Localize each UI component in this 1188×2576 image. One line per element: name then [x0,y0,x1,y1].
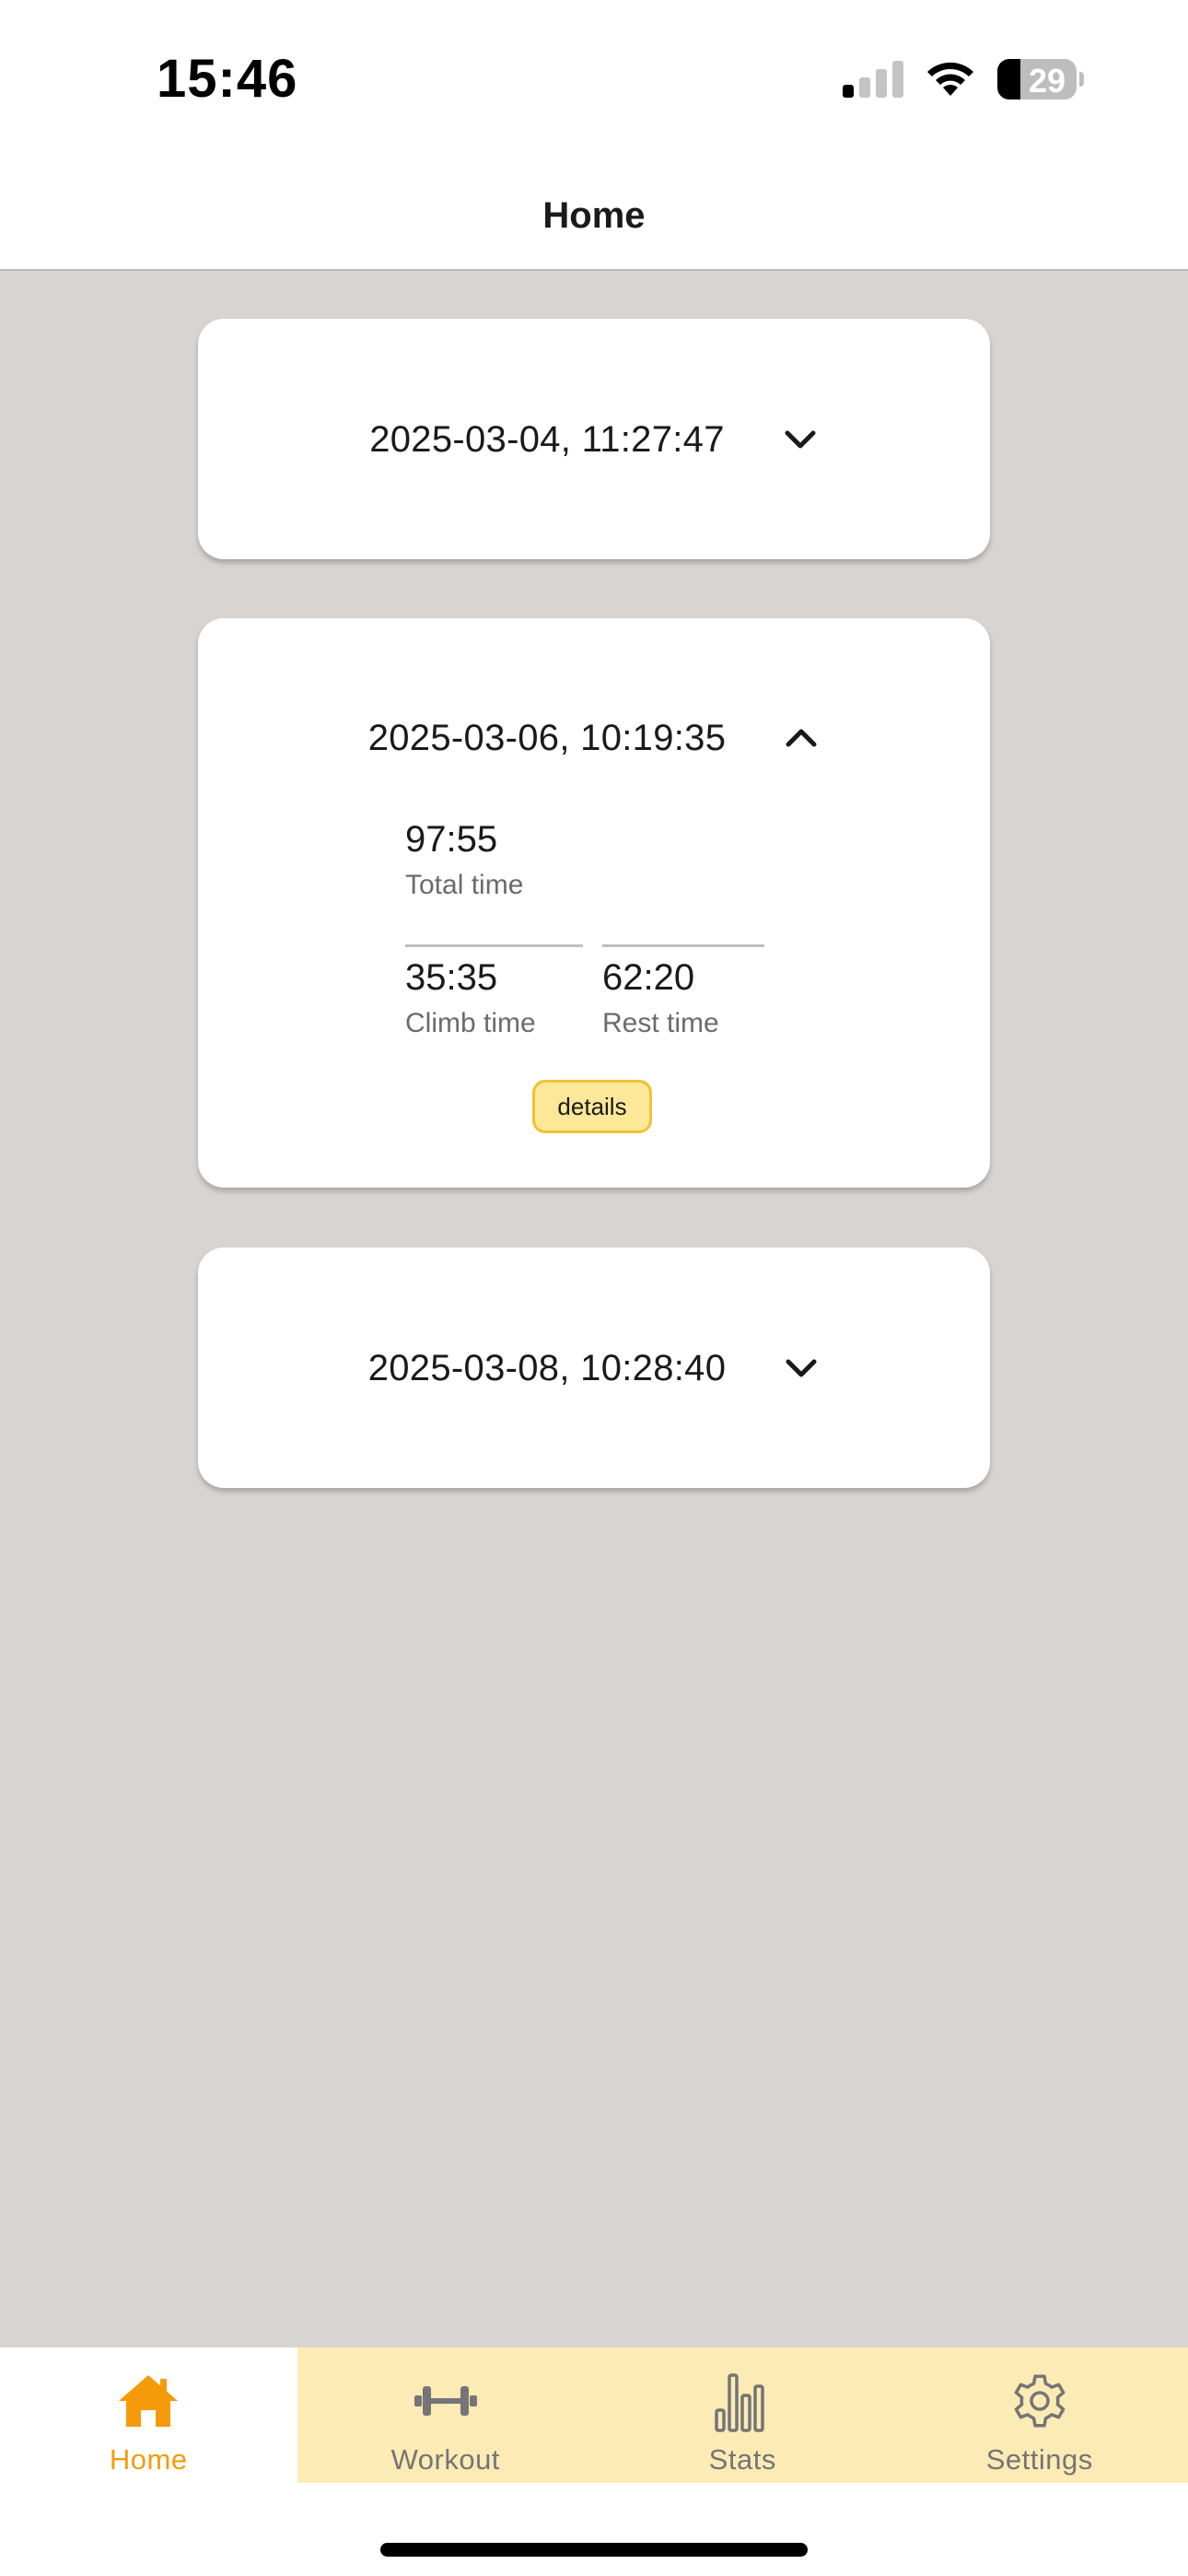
page-title: Home [542,195,646,236]
home-indicator [380,2543,808,2557]
rest-time-label: Rest time [602,1008,719,1038]
tab-stats[interactable]: Stats [594,2348,891,2483]
workout-date: 2025-03-04, 11:27:47 [369,418,725,460]
tab-home[interactable]: Home [0,2348,297,2483]
battery-nub [1079,72,1084,87]
status-time: 15:46 [157,49,298,109]
tab-workout[interactable]: Workout [297,2348,594,2483]
workout-date: 2025-03-06, 10:19:35 [367,717,727,758]
bar-chart-icon [715,2373,764,2432]
app-screen: 15:46 29 Home 2025-03-04, 11:27:47 2025- [0,0,1188,2576]
climb-time-label: Climb time [405,1008,536,1038]
nav-header: Home [0,157,1188,271]
rest-time-value: 62:20 [602,957,695,998]
total-time-value: 97:55 [405,819,498,860]
gear-icon [1014,2374,1066,2428]
battery-level: 29 [1028,62,1066,100]
workout-card-header[interactable]: 2025-03-04, 11:27:47 [198,412,990,467]
tab-bar: Home Workout Stats Settings [0,2348,1188,2576]
battery-icon: 29 [997,59,1077,100]
house-icon [119,2375,179,2427]
tab-stats-label: Stats [708,2443,776,2476]
workout-card-header[interactable]: 2025-03-08, 10:28:40 [198,1341,990,1396]
chevron-down-icon[interactable] [783,1350,820,1387]
dumbbell-icon [413,2386,477,2416]
wifi-icon [927,62,973,96]
workout-date: 2025-03-08, 10:28:40 [367,1347,727,1388]
workout-card: 2025-03-04, 11:27:47 [198,319,990,559]
tab-home-label: Home [109,2443,188,2476]
workout-card: 2025-03-08, 10:28:40 [198,1247,990,1488]
workout-card-header[interactable]: 2025-03-06, 10:19:35 [198,710,990,766]
tab-workout-label: Workout [390,2443,500,2476]
chevron-down-icon[interactable] [782,421,819,458]
rest-time-divider [602,944,764,947]
climb-time-divider [405,944,583,947]
tab-settings-label: Settings [985,2443,1093,2476]
climb-time-value: 35:35 [405,957,498,998]
workout-card-expanded: 2025-03-06, 10:19:35 97:55 Total time 35… [198,618,990,1188]
details-button[interactable]: details [532,1080,652,1133]
tab-settings[interactable]: Settings [891,2348,1188,2483]
cellular-signal-icon [843,61,903,98]
total-time-label: Total time [405,870,524,900]
status-bar: 15:46 29 [0,0,1188,157]
chevron-up-icon[interactable] [783,720,820,756]
